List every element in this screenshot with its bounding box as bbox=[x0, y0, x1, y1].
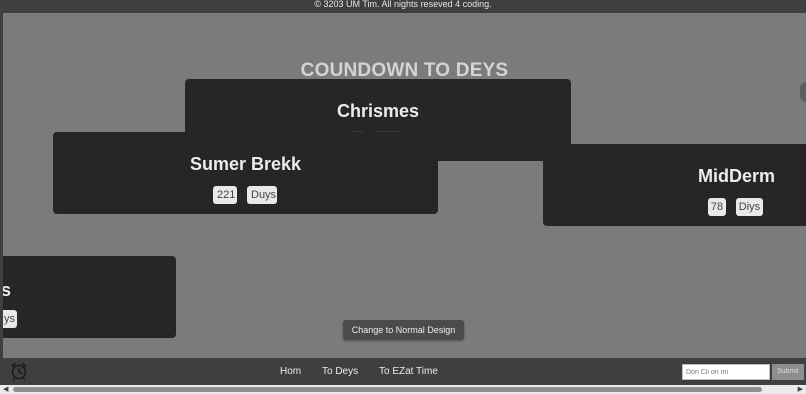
card-title: Sumer Brekk bbox=[189, 154, 302, 174]
navbar: Hom To Deys To EZat Time Submit bbox=[0, 358, 806, 385]
countdown-card-midterm: MidDerm 78 Diys bbox=[543, 144, 806, 226]
days-unit-badge: Duys bbox=[247, 186, 277, 204]
countdown-card-offscreen: s ys bbox=[3, 256, 176, 338]
top-footer-bar: © 3203 UM Tim. All nights reseved 4 codi… bbox=[0, 0, 806, 13]
days-unit-badge: ys bbox=[3, 310, 17, 328]
scroll-left-arrow-icon[interactable]: ◀ bbox=[3, 386, 8, 393]
horizontal-scrollbar[interactable]: ◀ ▶ bbox=[0, 385, 806, 394]
nav-link-home[interactable]: Hom bbox=[280, 366, 301, 377]
days-unit-badge: Diys bbox=[736, 198, 763, 216]
card-title-fragment: s bbox=[3, 280, 11, 300]
card-title: MidDerm bbox=[698, 166, 776, 186]
copyright-text: © 3203 UM Tim. All nights reseved 4 codi… bbox=[314, 0, 492, 9]
alarm-clock-icon[interactable] bbox=[9, 361, 29, 381]
nav-link-to-days[interactable]: To Deys bbox=[322, 366, 358, 377]
nav-link-to-exam-time[interactable]: To EZat Time bbox=[379, 366, 438, 377]
countdown-card-summer-break: Sumer Brekk 221 Duys bbox=[53, 132, 438, 214]
scroll-to-top-tab[interactable] bbox=[800, 82, 806, 102]
change-design-button[interactable]: Change to Normal Design bbox=[343, 320, 464, 340]
countdown-stage: COUNDOWN TO DEYS Chrismes Sumer Brekk 22… bbox=[3, 13, 806, 358]
scroll-right-arrow-icon[interactable]: ▶ bbox=[798, 386, 803, 393]
card-title: Chrismes bbox=[336, 101, 420, 121]
days-count-badge: 78 bbox=[708, 198, 726, 216]
subscribe-input[interactable] bbox=[682, 364, 770, 380]
submit-button[interactable]: Submit bbox=[772, 364, 804, 380]
scrollbar-thumb[interactable] bbox=[13, 387, 762, 392]
days-count-badge: 221 bbox=[213, 186, 237, 204]
